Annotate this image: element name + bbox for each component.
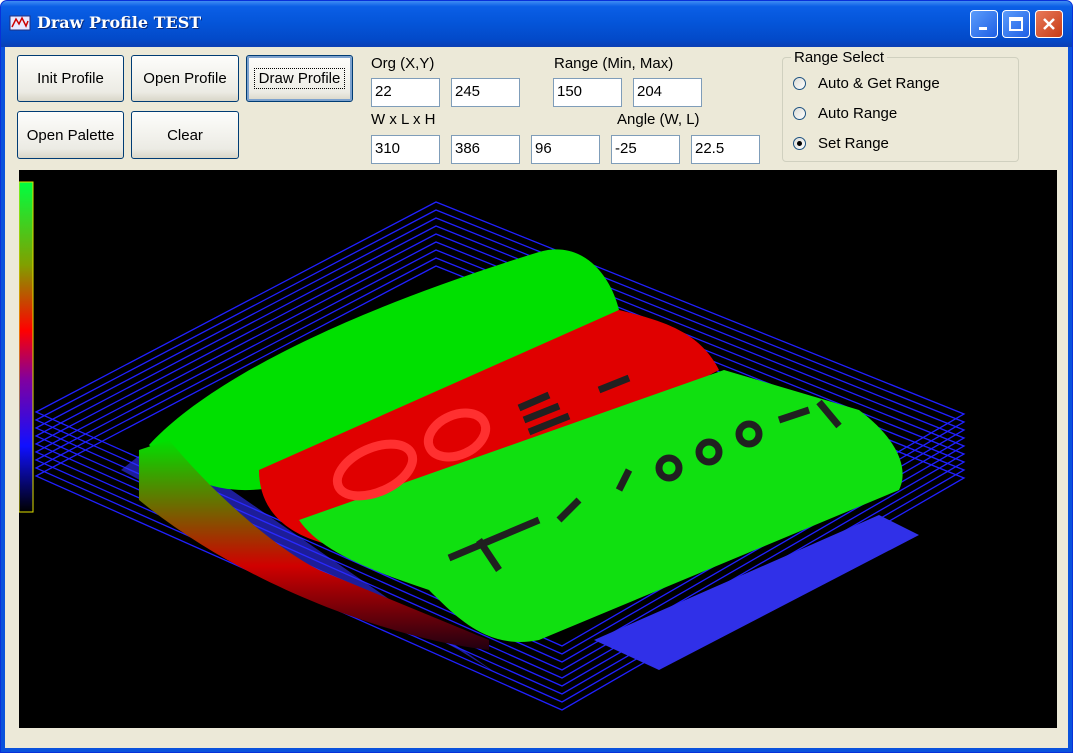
palette-bar — [19, 181, 34, 513]
angle-l-field[interactable]: 22.5 — [691, 135, 760, 164]
app-icon — [9, 15, 31, 31]
close-button[interactable] — [1035, 10, 1063, 38]
radio-button[interactable] — [793, 76, 806, 90]
open-palette-button[interactable]: Open Palette — [17, 111, 124, 159]
close-icon — [1043, 18, 1055, 30]
range-max-field[interactable]: 204 — [633, 78, 702, 107]
angle-w-field[interactable]: -25 — [611, 135, 680, 164]
org-label: Org (X,Y) — [371, 55, 435, 72]
width-field[interactable]: 310 — [371, 135, 440, 164]
client-area: Init Profile Open Profile Draw Profile O… — [5, 47, 1068, 748]
range-label: Range (Min, Max) — [554, 55, 674, 72]
radio-button[interactable] — [793, 106, 806, 120]
radio-label: Auto & Get Range — [818, 74, 940, 92]
org-x-field[interactable]: 22 — [371, 78, 440, 107]
height-field[interactable]: 96 — [531, 135, 600, 164]
radio-label: Set Range — [818, 134, 889, 152]
app-window: Draw Profile TEST Init Profile Open Prof… — [0, 0, 1073, 753]
window-title: Draw Profile TEST — [37, 13, 202, 32]
radio-set-range[interactable]: Set Range — [793, 132, 889, 154]
org-y-field[interactable]: 245 — [451, 78, 520, 107]
draw-profile-button[interactable]: Draw Profile — [246, 55, 353, 102]
radio-auto-range[interactable]: Auto Range — [793, 102, 897, 124]
title-bar[interactable]: Draw Profile TEST — [1, 1, 1072, 47]
init-profile-button[interactable]: Init Profile — [17, 55, 124, 102]
minimize-icon — [979, 27, 987, 30]
profile-canvas[interactable] — [19, 170, 1057, 728]
range-min-field[interactable]: 150 — [553, 78, 622, 107]
radio-auto-get-range[interactable]: Auto & Get Range — [793, 72, 940, 94]
radio-button-selected[interactable] — [793, 136, 806, 150]
maximize-button[interactable] — [1002, 10, 1030, 38]
clear-button[interactable]: Clear — [131, 111, 239, 159]
wlh-label: W x L x H — [371, 111, 436, 128]
profile-3d-plot — [19, 181, 966, 711]
range-select-title: Range Select — [791, 49, 888, 66]
radio-label: Auto Range — [818, 104, 898, 122]
angle-label: Angle (W, L) — [617, 111, 700, 128]
open-profile-button[interactable]: Open Profile — [131, 55, 239, 102]
length-field[interactable]: 386 — [451, 135, 520, 164]
minimize-button[interactable] — [970, 10, 998, 38]
maximize-icon — [1009, 17, 1023, 31]
draw-profile-label: Draw Profile — [253, 68, 346, 89]
